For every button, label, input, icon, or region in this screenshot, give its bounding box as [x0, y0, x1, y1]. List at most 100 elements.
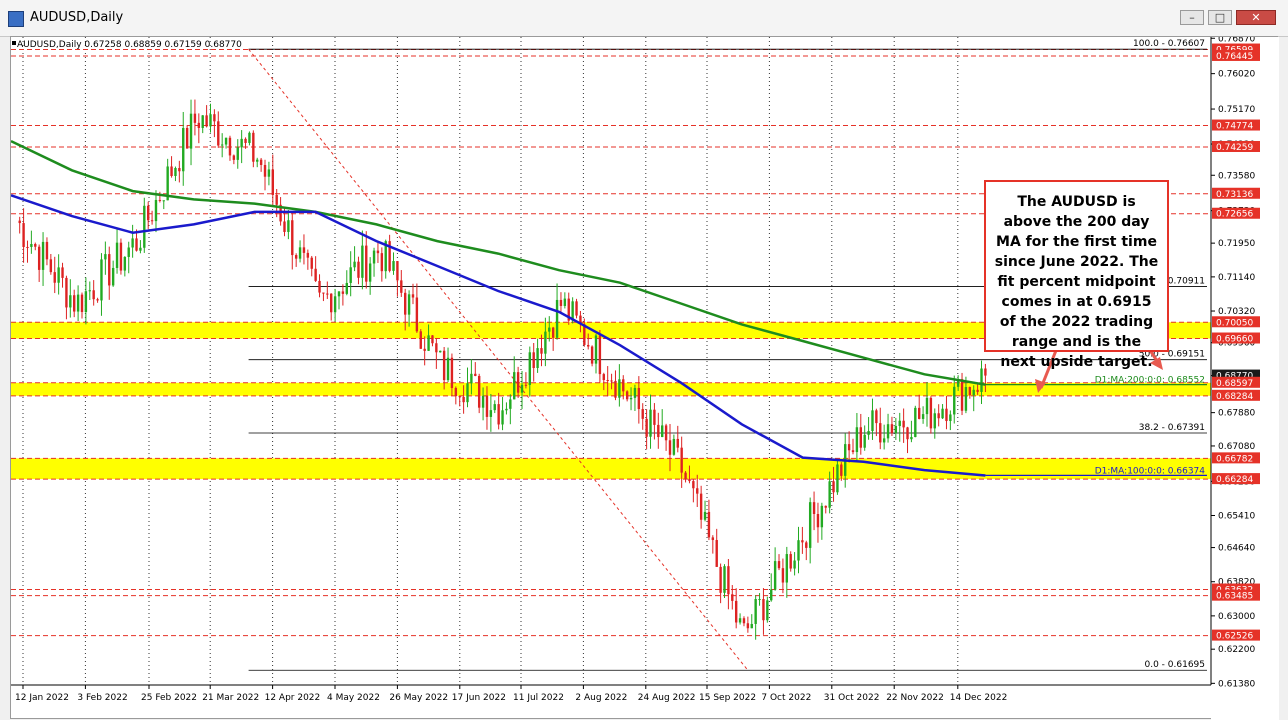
candle-body — [154, 199, 158, 222]
price-chart[interactable]: 100.0 - 0.7660761.8 - 0.7091150.0 - 0.69… — [11, 37, 1279, 720]
candle-body — [773, 561, 777, 590]
candle-body — [372, 250, 376, 264]
candle-body — [489, 410, 493, 417]
candle-body — [96, 299, 99, 301]
candle-body — [22, 223, 25, 247]
candle-body — [544, 331, 547, 354]
candle-body — [657, 424, 660, 438]
maximize-button[interactable]: □ — [1208, 10, 1232, 25]
price-tag-label: 0.72656 — [1216, 210, 1253, 220]
candle-body — [602, 374, 605, 381]
candle-body — [672, 438, 676, 455]
candle-body — [466, 383, 469, 403]
candle-body — [766, 600, 769, 621]
candle-body — [633, 387, 637, 398]
price-tag-label: 0.66782 — [1216, 454, 1253, 464]
candle-body — [676, 438, 679, 448]
price-scale-label: 0.76870 — [1218, 37, 1255, 44]
candle-body — [692, 481, 695, 489]
candle-body — [61, 267, 64, 278]
ma200-line — [11, 139, 986, 386]
candle-body — [127, 247, 130, 257]
candle-body — [477, 375, 481, 408]
candle-body — [925, 397, 929, 415]
candle-body — [76, 294, 80, 312]
candle-body — [684, 472, 687, 479]
candle-body — [509, 399, 512, 409]
candle-body — [918, 407, 921, 419]
candle-body — [661, 425, 664, 438]
candle-body — [65, 277, 68, 308]
candle-body — [933, 413, 936, 429]
candle-body — [450, 357, 454, 388]
candle-body — [949, 414, 952, 422]
annotation-box: The AUDUSD is above the 200 day MA for t… — [984, 180, 1169, 370]
candle-body — [162, 200, 165, 202]
candle-body — [252, 132, 255, 162]
date-label: 21 Mar 2022 — [202, 693, 259, 703]
candle-body — [867, 431, 870, 435]
candle-body — [115, 242, 119, 268]
candle-body — [972, 389, 975, 396]
candle-body — [528, 352, 532, 385]
candle-body — [664, 425, 668, 441]
fib-label: 0.0 - 0.61695 — [1145, 660, 1206, 670]
minimize-button[interactable]: – — [1180, 10, 1204, 25]
candle-body — [524, 384, 528, 386]
candle-body — [275, 194, 278, 205]
candle-body — [921, 414, 925, 419]
candle-body — [271, 169, 275, 195]
candle-body — [111, 267, 115, 286]
candle-body — [703, 511, 707, 520]
candle-body — [882, 438, 886, 443]
candle-body — [668, 440, 672, 455]
price-scale-label: 0.71950 — [1218, 239, 1255, 249]
candle-body — [785, 554, 789, 583]
close-button[interactable]: ✕ — [1236, 10, 1276, 25]
candle-body — [139, 247, 142, 251]
candle-body — [174, 168, 177, 176]
candle-body — [793, 560, 796, 569]
candle-body — [80, 294, 84, 313]
candle-body — [929, 397, 933, 429]
price-scale-label: 0.75170 — [1218, 105, 1255, 115]
price-tag-label: 0.74774 — [1216, 122, 1253, 132]
candle-body — [801, 540, 804, 543]
candle-body — [828, 481, 831, 508]
candle-body — [894, 426, 898, 434]
candle-body — [84, 291, 88, 313]
window-title: AUDUSD,Daily — [30, 10, 124, 25]
candle-body — [392, 261, 395, 271]
candle-body — [855, 427, 859, 453]
candle-body — [220, 144, 224, 146]
candle-body — [742, 618, 746, 624]
candle-body — [984, 368, 987, 376]
candle-body — [902, 420, 905, 428]
price-tag-label: 0.70050 — [1216, 318, 1253, 328]
candle-body — [442, 350, 446, 381]
candle-body — [754, 599, 757, 624]
candle-body — [797, 540, 800, 561]
candle-body — [267, 169, 271, 177]
candle-body — [232, 155, 236, 160]
candle-body — [108, 254, 111, 286]
candle-body — [520, 384, 524, 393]
candle-body — [540, 348, 543, 354]
candle-body — [423, 348, 426, 351]
candle-body — [840, 464, 843, 476]
candle-body — [240, 138, 243, 148]
candle-body — [513, 372, 516, 400]
candle-body — [474, 373, 477, 376]
date-label: 15 Sep 2022 — [699, 693, 756, 703]
candle-body — [411, 294, 415, 298]
candle-body — [104, 254, 107, 260]
price-scale-label: 0.71140 — [1218, 273, 1255, 283]
candle-body — [551, 327, 555, 338]
candle-body — [302, 247, 306, 253]
candle-body — [575, 301, 578, 316]
candle-body — [446, 357, 450, 381]
chart-area[interactable]: 100.0 - 0.76607 61.8 - 0.70911 50.0 - 0.69… — [10, 36, 1279, 720]
candle-body — [26, 246, 29, 248]
candle-body — [734, 600, 738, 623]
candle-body — [738, 618, 742, 623]
